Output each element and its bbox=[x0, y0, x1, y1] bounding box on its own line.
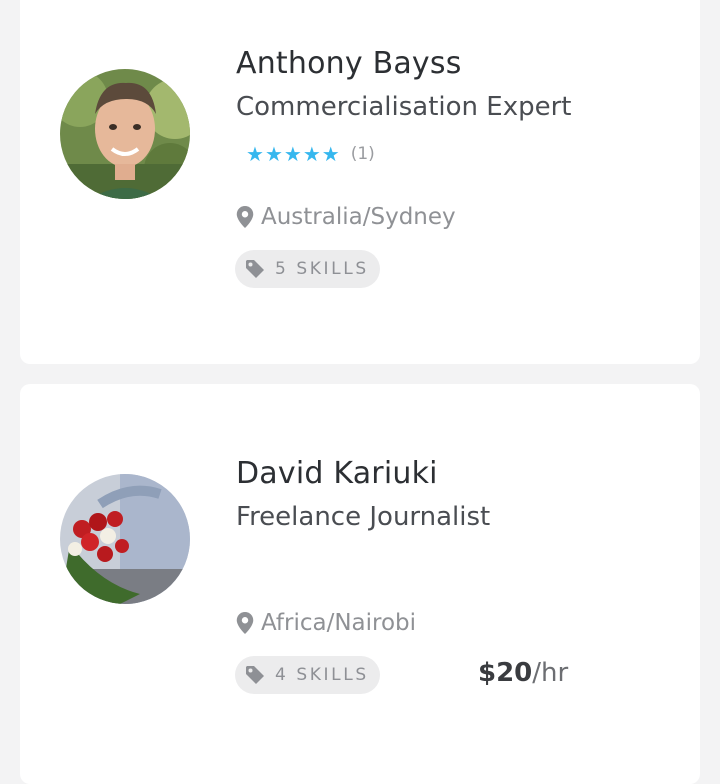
rating-count: (1) bbox=[350, 144, 375, 164]
tag-icon bbox=[246, 260, 264, 278]
freelancer-name[interactable]: Anthony Bayss bbox=[236, 46, 462, 81]
star-icon: ★ bbox=[246, 142, 264, 166]
skills-badge[interactable]: 4 SKILLS bbox=[235, 656, 380, 694]
map-pin-icon bbox=[236, 612, 254, 634]
skills-badge[interactable]: 5 SKILLS bbox=[235, 250, 380, 288]
freelancer-card[interactable]: David Kariuki Freelance Journalist Afric… bbox=[20, 384, 700, 784]
skills-label: 5 SKILLS bbox=[275, 259, 369, 279]
map-pin-icon bbox=[236, 206, 254, 228]
location: Africa/Nairobi bbox=[236, 610, 416, 636]
hourly-rate: $20/hr bbox=[478, 658, 568, 688]
avatar[interactable] bbox=[60, 69, 190, 199]
star-icon: ★ bbox=[283, 142, 302, 166]
rate-unit: /hr bbox=[532, 658, 569, 688]
star-icon: ★ bbox=[321, 142, 340, 166]
freelancer-title: Freelance Journalist bbox=[236, 502, 491, 532]
rating: ★ ★ ★ ★ ★ (1) bbox=[246, 144, 375, 164]
avatar-photo bbox=[60, 474, 190, 604]
location-label: Africa/Nairobi bbox=[261, 610, 417, 636]
location-label: Australia/Sydney bbox=[261, 204, 456, 230]
star-icon: ★ bbox=[264, 142, 283, 166]
freelancer-card[interactable]: Anthony Bayss Commercialisation Expert ★… bbox=[20, 0, 700, 364]
skills-label: 4 SKILLS bbox=[275, 665, 369, 685]
avatar-photo bbox=[60, 69, 190, 199]
location: Australia/Sydney bbox=[236, 204, 456, 230]
star-icon: ★ bbox=[302, 142, 321, 166]
tag-icon bbox=[246, 666, 264, 684]
freelancer-name[interactable]: David Kariuki bbox=[236, 456, 438, 491]
avatar[interactable] bbox=[60, 474, 190, 604]
rate-amount: $20 bbox=[478, 658, 533, 688]
freelancer-title: Commercialisation Expert bbox=[236, 92, 572, 122]
